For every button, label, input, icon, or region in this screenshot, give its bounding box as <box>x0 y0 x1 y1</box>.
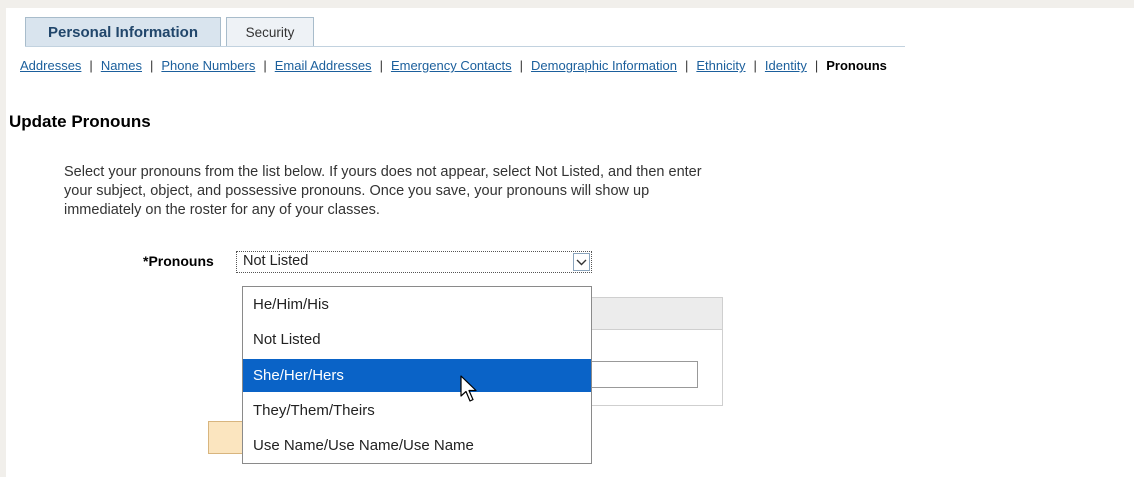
tab-divider <box>25 46 905 47</box>
instructions-text: Select your pronouns from the list below… <box>64 163 864 220</box>
dropdown-option-they-them-theirs[interactable]: They/Them/Theirs <box>243 394 591 427</box>
sub-navigation: Addresses | Names | Phone Numbers | Email Addr… <box>20 58 887 73</box>
chevron-down-icon[interactable] <box>573 253 590 271</box>
save-button[interactable] <box>208 421 244 454</box>
nav-separator: | <box>753 58 757 73</box>
instructions-line: Select your pronouns from the list below… <box>64 164 702 180</box>
nav-link-phone-numbers[interactable]: Phone Numbers <box>161 58 255 73</box>
screen: Personal Information Security Addresses |… <box>0 0 1134 477</box>
nav-link-emergency-contacts[interactable]: Emergency Contacts <box>391 58 512 73</box>
dropdown-option-he-him-his[interactable]: He/Him/His <box>243 288 591 321</box>
dropdown-option-not-listed[interactable]: Not Listed <box>243 323 591 356</box>
nav-link-identity[interactable]: Identity <box>765 58 807 73</box>
nav-separator: | <box>379 58 383 73</box>
instructions-line: your subject, object, and possessive pro… <box>64 183 650 199</box>
nav-separator: | <box>519 58 524 73</box>
nav-link-ethnicity[interactable]: Ethnicity <box>696 58 745 73</box>
nav-separator: | <box>684 58 689 73</box>
nav-link-demographic-information[interactable]: Demographic Information <box>531 58 677 73</box>
nav-separator: | <box>89 58 93 73</box>
pronouns-entry-grid <box>590 297 723 406</box>
nav-link-names[interactable]: Names <box>101 58 142 73</box>
pronouns-select[interactable]: Not Listed <box>236 251 592 273</box>
grid-header <box>591 298 722 330</box>
nav-link-email-addresses[interactable]: Email Addresses <box>275 58 372 73</box>
dropdown-option-use-name[interactable]: Use Name/Use Name/Use Name <box>243 429 591 462</box>
pronouns-dropdown-list: He/Him/His Not Listed She/Her/Hers They/… <box>242 286 592 464</box>
pronoun-text-field[interactable] <box>590 361 698 388</box>
pronouns-label: *Pronouns <box>143 253 214 269</box>
nav-separator: | <box>814 58 819 73</box>
tab-security[interactable]: Security <box>226 17 314 46</box>
nav-link-addresses[interactable]: Addresses <box>20 58 81 73</box>
dropdown-option-she-her-hers[interactable]: She/Her/Hers <box>243 359 591 392</box>
nav-separator: | <box>150 58 154 73</box>
pronouns-select-value: Not Listed <box>243 253 309 269</box>
mouse-pointer-icon <box>460 375 478 410</box>
instructions-line: immediately on the roster for any of you… <box>64 202 380 218</box>
nav-current-pronouns: Pronouns <box>826 58 887 73</box>
tab-personal-information[interactable]: Personal Information <box>25 17 221 46</box>
page-title: Update Pronouns <box>9 112 151 131</box>
nav-separator: | <box>263 58 267 73</box>
